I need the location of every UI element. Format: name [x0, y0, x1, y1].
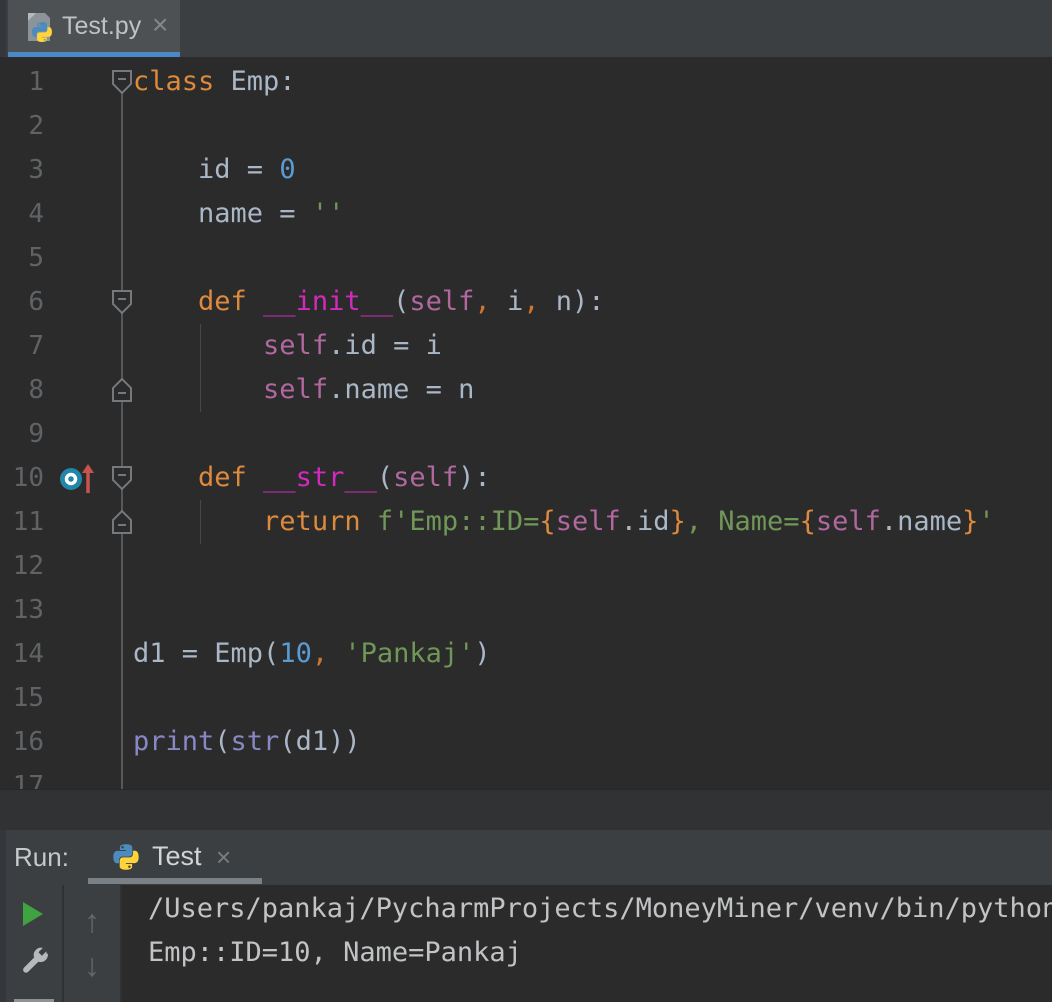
- fold-start-icon[interactable]: [110, 464, 134, 492]
- code-line: 17: [0, 764, 1052, 789]
- code-line: 12: [0, 544, 1052, 588]
- line-number[interactable]: 7: [0, 324, 44, 368]
- code-text[interactable]: self.id = i: [133, 324, 442, 368]
- code-line: 2: [0, 104, 1052, 148]
- run-toolbar: [6, 885, 62, 1002]
- line-number[interactable]: 2: [0, 104, 44, 148]
- fold-start-icon[interactable]: [110, 68, 134, 96]
- line-number[interactable]: 15: [0, 676, 44, 720]
- line-number[interactable]: 1: [0, 60, 44, 104]
- code-line: 13: [0, 588, 1052, 632]
- code-line: 9: [0, 412, 1052, 456]
- pycharm-window: Test.py × 1class Emp:23 id = 04 name = '…: [0, 0, 1052, 1002]
- code-text[interactable]: d1 = Emp(10, 'Pankaj'): [133, 632, 491, 676]
- python-file-icon: [22, 11, 54, 45]
- run-label: Run:: [14, 830, 69, 885]
- code-line: 7 self.id = i: [0, 324, 1052, 368]
- rerun-button[interactable]: [21, 901, 45, 927]
- line-number[interactable]: 10: [0, 456, 44, 500]
- code-line: 3 id = 0: [0, 148, 1052, 192]
- code-text[interactable]: class Emp:: [133, 60, 296, 104]
- line-number[interactable]: 16: [0, 720, 44, 764]
- run-console-output[interactable]: /Users/pankaj/PycharmProjects/MoneyMiner…: [122, 885, 1052, 1002]
- close-icon[interactable]: ×: [216, 831, 231, 884]
- code-editor[interactable]: 1class Emp:23 id = 04 name = ''56 def __…: [0, 57, 1052, 789]
- code-text[interactable]: def __str__(self):: [133, 456, 491, 500]
- override-method-icon[interactable]: [58, 462, 100, 496]
- code-line: 16 print(str(d1)): [0, 720, 1052, 764]
- line-number[interactable]: 4: [0, 192, 44, 236]
- run-tab-title: Test: [152, 830, 202, 883]
- code-line: 15: [0, 676, 1052, 720]
- run-console-area: ↑ ↓ /Users/pankaj/PycharmProjects/MoneyM…: [0, 885, 1052, 1002]
- code-text[interactable]: print(str(d1)): [133, 720, 361, 764]
- code-line: 14 d1 = Emp(10, 'Pankaj'): [0, 632, 1052, 676]
- down-arrow-icon[interactable]: ↓: [64, 943, 120, 987]
- code-line: 4 name = '': [0, 192, 1052, 236]
- line-number[interactable]: 13: [0, 588, 44, 632]
- code-text[interactable]: id = 0: [133, 148, 296, 192]
- code-text[interactable]: self.name = n: [133, 368, 474, 412]
- run-tab-underline: [88, 878, 262, 884]
- line-number[interactable]: 17: [0, 764, 44, 789]
- code-text[interactable]: def __init__(self, i, n):: [133, 280, 605, 324]
- line-number[interactable]: 5: [0, 236, 44, 280]
- code-line: 5: [0, 236, 1052, 280]
- console-nav-toolbar: ↑ ↓: [64, 885, 120, 1002]
- settings-icon[interactable]: [19, 944, 51, 976]
- code-line: 10 def __str__(self):: [0, 456, 1052, 500]
- window-left-edge: [0, 830, 6, 885]
- editor-tab-bar: Test.py ×: [0, 0, 1052, 57]
- run-tab-test[interactable]: Test ×: [88, 830, 262, 885]
- code-line: 6 def __init__(self, i, n):: [0, 280, 1052, 324]
- fold-start-icon[interactable]: [110, 288, 134, 316]
- console-line: /Users/pankaj/PycharmProjects/MoneyMiner…: [148, 887, 1052, 931]
- code-line: 1 class Emp:: [0, 60, 1052, 104]
- fold-end-icon[interactable]: [110, 508, 134, 536]
- code-line: 11 return f'Emp::ID={self.id}, Name={sel…: [0, 500, 1052, 544]
- line-number[interactable]: 9: [0, 412, 44, 456]
- line-number[interactable]: 8: [0, 368, 44, 412]
- tab-title: Test.py: [62, 0, 141, 52]
- console-line: Emp::ID=10, Name=Pankaj: [148, 931, 522, 975]
- line-number[interactable]: 12: [0, 544, 44, 588]
- line-number[interactable]: 14: [0, 632, 44, 676]
- tab-test-py[interactable]: Test.py ×: [8, 0, 180, 57]
- code-line: 8 self.name = n: [0, 368, 1052, 412]
- line-number[interactable]: 6: [0, 280, 44, 324]
- code-text[interactable]: return f'Emp::ID={self.id}, Name={self.n…: [133, 500, 995, 544]
- run-tool-window-header: Run: Test ×: [0, 830, 1052, 885]
- line-number[interactable]: 11: [0, 500, 44, 544]
- close-icon[interactable]: ×: [152, 0, 168, 50]
- window-left-edge: [0, 0, 6, 57]
- line-number[interactable]: 3: [0, 148, 44, 192]
- editor-console-splitter[interactable]: [0, 789, 1052, 830]
- python-icon: [112, 843, 140, 871]
- fold-end-icon[interactable]: [110, 376, 134, 404]
- code-text[interactable]: name = '': [133, 192, 344, 236]
- code-lines: 1class Emp:23 id = 04 name = ''56 def __…: [0, 60, 1052, 789]
- up-arrow-icon[interactable]: ↑: [64, 899, 120, 943]
